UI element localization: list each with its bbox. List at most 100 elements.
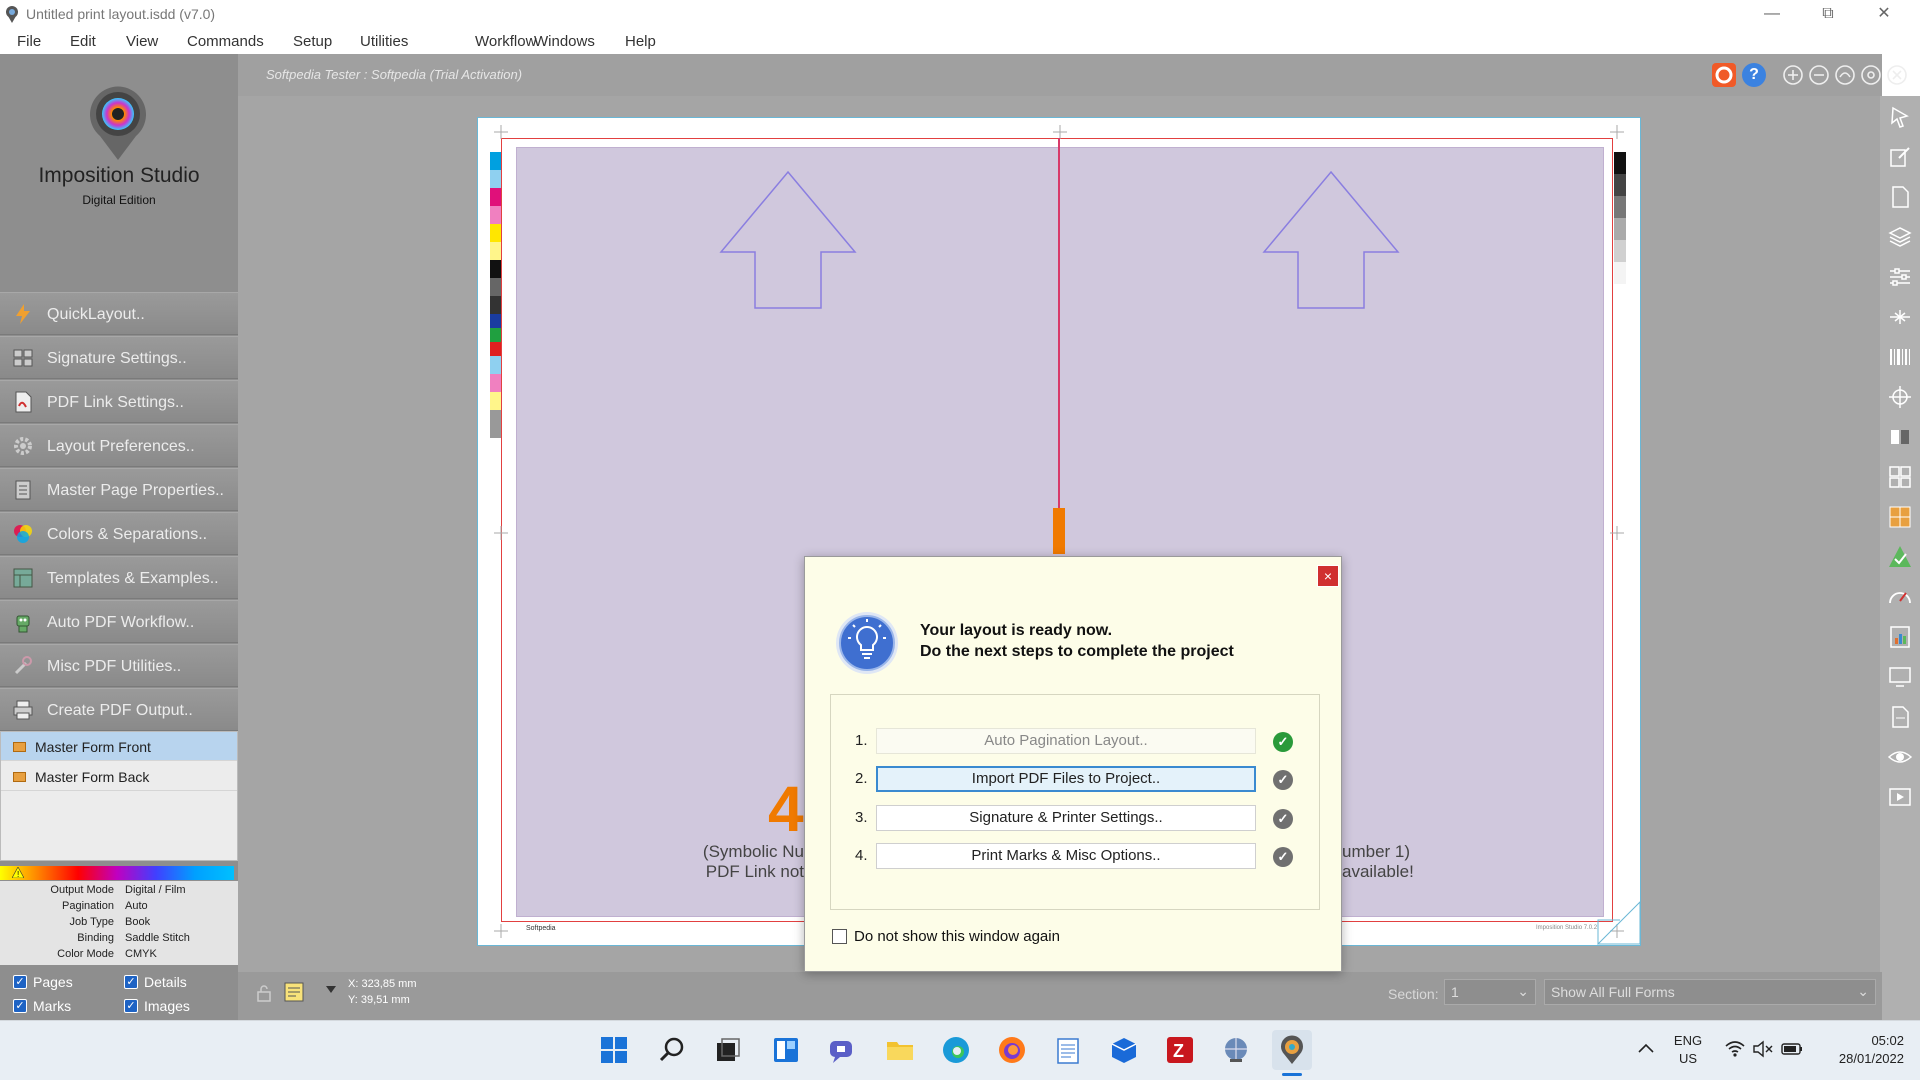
play-icon[interactable]	[1884, 781, 1916, 813]
step-check-icon: ✓	[1273, 847, 1293, 867]
page-edit-icon[interactable]	[1884, 141, 1916, 173]
grayscale-bar-icon[interactable]	[1884, 421, 1916, 453]
auto-pagination-button[interactable]: Auto Pagination Layout..	[876, 728, 1256, 754]
menu-help[interactable]: Help	[625, 33, 656, 50]
register-mark-icon	[1610, 526, 1624, 540]
info-row: Pagination Auto	[0, 900, 238, 916]
caption-line: umber 1)	[1342, 842, 1411, 861]
firefox-icon[interactable]	[992, 1030, 1032, 1070]
section-select[interactable]: 1 ⌄	[1444, 979, 1536, 1005]
menu-file[interactable]: File	[17, 33, 41, 50]
sliders-icon[interactable]	[1884, 261, 1916, 293]
nav-colors-separations[interactable]: Colors & Separations..	[0, 512, 238, 555]
marks-checkbox[interactable]: ✓ Marks	[13, 998, 71, 1014]
chat-icon[interactable]	[822, 1030, 862, 1070]
language-indicator[interactable]: ENG US	[1668, 1032, 1708, 1068]
app-box-icon[interactable]	[1104, 1030, 1144, 1070]
register-mark-icon	[1610, 125, 1624, 139]
lock-icon[interactable]	[256, 984, 272, 1002]
headline-line1: Your layout is ready now.	[920, 622, 1113, 639]
chevron-up-icon[interactable]	[1638, 1043, 1654, 1053]
section-label: Section:	[1388, 986, 1439, 1002]
nav-misc-pdf-utilities[interactable]: Misc PDF Utilities..	[0, 644, 238, 687]
menu-setup[interactable]: Setup	[293, 33, 332, 50]
print-marks-button[interactable]: Print Marks & Misc Options..	[876, 843, 1256, 869]
minimize-button[interactable]: —	[1744, 0, 1800, 30]
imposition-icon[interactable]	[1884, 501, 1916, 533]
search-icon[interactable]	[652, 1030, 692, 1070]
forms-filter-select[interactable]: Show All Full Forms ⌄	[1544, 979, 1876, 1005]
dialog-close-button[interactable]: ×	[1317, 565, 1339, 587]
check-icon: ✓	[13, 999, 27, 1013]
file-explorer-icon[interactable]	[880, 1030, 920, 1070]
nav-signature-settings[interactable]: Signature Settings..	[0, 336, 238, 379]
nav-quicklayout[interactable]: QuickLayout..	[0, 292, 238, 335]
nav-layout-preferences[interactable]: Layout Preferences..	[0, 424, 238, 467]
menu-utilities[interactable]: Utilities	[360, 33, 408, 50]
chevron-down-icon[interactable]	[326, 986, 336, 994]
document-icon[interactable]	[1884, 701, 1916, 733]
zoom-controls[interactable]	[1782, 64, 1908, 86]
form-item-back[interactable]: Master Form Back	[1, 762, 237, 791]
menu-commands[interactable]: Commands	[187, 33, 264, 50]
lifebuoy-icon[interactable]	[1712, 63, 1736, 87]
step-number: 4.	[855, 847, 868, 864]
report-icon[interactable]	[1884, 621, 1916, 653]
pointer-tool-icon[interactable]	[1884, 101, 1916, 133]
pages-checkbox[interactable]: ✓ Pages	[13, 974, 73, 990]
nav-pdf-link-settings[interactable]: PDF Link Settings..	[0, 380, 238, 423]
color-gradient-bar: !	[0, 866, 234, 880]
network-app-icon[interactable]	[1216, 1030, 1256, 1070]
barcode-icon[interactable]	[1884, 341, 1916, 373]
crosshair-marks-icon[interactable]	[1884, 301, 1916, 333]
form-item-front[interactable]: Master Form Front	[1, 732, 237, 761]
info-row: Job Type Book	[0, 916, 238, 932]
brand-edition: Digital Edition	[82, 193, 156, 207]
page-curl-icon[interactable]	[1596, 900, 1642, 946]
filezilla-icon[interactable]: Z	[1160, 1030, 1200, 1070]
imposition-studio-taskbar-icon[interactable]	[1272, 1030, 1312, 1070]
widgets-icon[interactable]	[766, 1030, 806, 1070]
wifi-icon[interactable]	[1724, 1040, 1746, 1058]
nav-label: Misc PDF Utilities..	[47, 658, 182, 675]
menu-edit[interactable]: Edit	[70, 33, 96, 50]
menu-workflow[interactable]: Workflow	[475, 33, 536, 50]
task-view-icon[interactable]	[708, 1030, 748, 1070]
start-icon[interactable]	[594, 1030, 634, 1070]
battery-icon[interactable]	[1780, 1040, 1804, 1058]
layout-ready-dialog: × Your layout is ready now. Do the next s…	[804, 556, 1342, 972]
import-pdf-button[interactable]: Import PDF Files to Project..	[876, 766, 1256, 792]
nav-auto-pdf-workflow[interactable]: Auto PDF Workflow..	[0, 600, 238, 643]
dont-show-checkbox[interactable]: Do not show this window again	[832, 928, 1060, 945]
edge-icon[interactable]	[936, 1030, 976, 1070]
notepad-icon[interactable]	[1048, 1030, 1088, 1070]
restore-button[interactable]: ⧉	[1800, 0, 1856, 30]
layout-grid-icon[interactable]	[1884, 461, 1916, 493]
clock[interactable]: 05:02 28/01/2022	[1818, 1032, 1904, 1068]
images-checkbox[interactable]: ✓ Images	[124, 998, 190, 1014]
chevron-down-icon: ⌄	[1517, 983, 1529, 999]
menu-windows[interactable]: Windows	[534, 33, 595, 50]
register-mark-icon	[1053, 125, 1067, 139]
close-window-button[interactable]: ✕	[1856, 0, 1912, 30]
nav-create-pdf-output[interactable]: Create PDF Output..	[0, 688, 238, 731]
page-icon[interactable]	[1884, 181, 1916, 213]
nav-templates-examples[interactable]: Templates & Examples..	[0, 556, 238, 599]
layers-icon[interactable]	[1884, 221, 1916, 253]
registration-icon[interactable]	[1884, 381, 1916, 413]
forms-filter-value: Show All Full Forms	[1551, 984, 1675, 1000]
gauge-icon[interactable]	[1884, 581, 1916, 613]
menu-view[interactable]: View	[126, 33, 158, 50]
help-icon[interactable]: ?	[1742, 63, 1766, 87]
details-checkbox[interactable]: ✓ Details	[124, 974, 187, 990]
monitor-icon[interactable]	[1884, 661, 1916, 693]
info-key: Pagination	[62, 900, 114, 912]
lightbulb-icon	[836, 612, 898, 674]
nav-master-page-properties[interactable]: Master Page Properties..	[0, 468, 238, 511]
eye-icon[interactable]	[1884, 741, 1916, 773]
speaker-muted-icon[interactable]	[1752, 1040, 1774, 1058]
note-icon[interactable]	[284, 982, 304, 1002]
dialog-headline: Your layout is ready now. Do the next ste…	[920, 620, 1234, 662]
signature-printer-settings-button[interactable]: Signature & Printer Settings..	[876, 805, 1256, 831]
preflight-icon[interactable]	[1884, 541, 1916, 573]
